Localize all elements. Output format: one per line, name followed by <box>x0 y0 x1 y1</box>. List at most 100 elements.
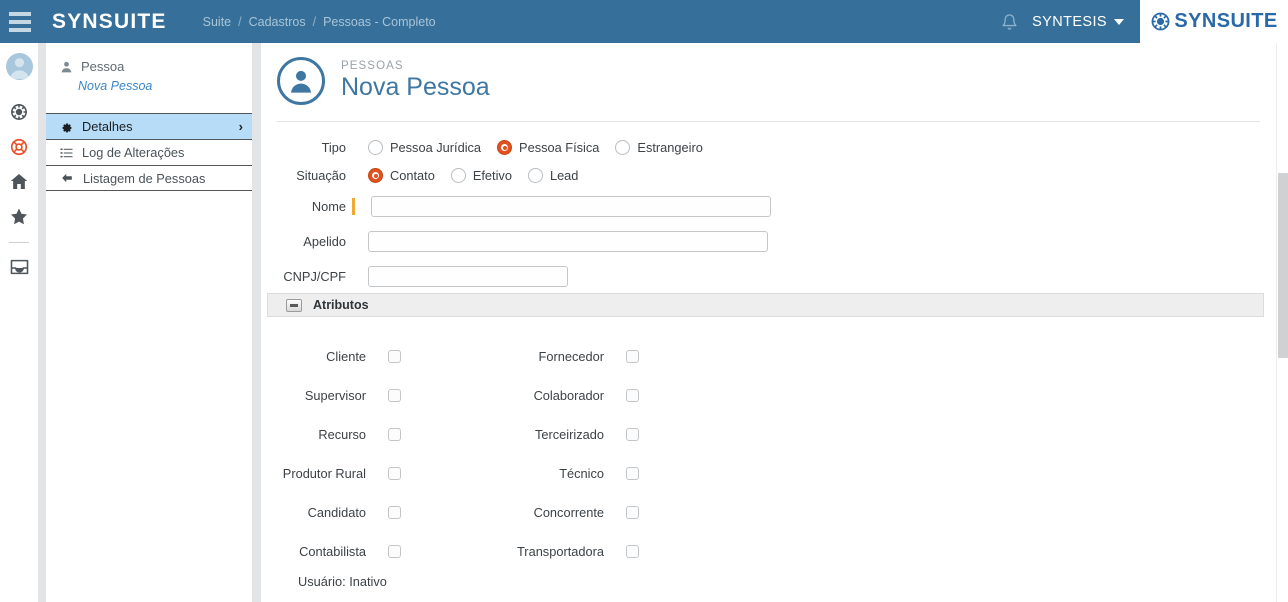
checkbox-cliente[interactable] <box>388 350 401 363</box>
nav-panel: Pessoa Nova Pessoa Detalhes › Log de Alt… <box>46 43 252 602</box>
cnpj-cpf-input[interactable] <box>368 266 568 287</box>
checkbox-tecnico[interactable] <box>626 467 639 480</box>
ship-wheel-icon <box>11 103 27 120</box>
rail-divider <box>9 242 29 243</box>
list-icon <box>60 148 73 157</box>
section-header-atributos: Atributos <box>267 293 1264 317</box>
sidebar-item-label: Log de Alterações <box>82 145 185 160</box>
attribute-row: Cliente Fornecedor <box>261 337 1276 376</box>
required-marker <box>352 198 355 215</box>
top-header-bar: SYNSUITE Suite / Cadastros / Pessoas - C… <box>0 0 1288 43</box>
attribute-cell: Candidato <box>261 505 401 520</box>
person-form: Tipo Pessoa Jurídica Pessoa Física Estra… <box>261 122 1276 589</box>
radio-situacao-contato[interactable]: Contato <box>368 168 435 183</box>
breadcrumb-item-suite[interactable]: Suite <box>203 15 232 29</box>
form-label-cnpj-cpf: CNPJ/CPF <box>283 269 346 284</box>
person-icon <box>61 61 72 72</box>
checkbox-supervisor[interactable] <box>388 389 401 402</box>
rail-item-favorites[interactable] <box>0 199 38 234</box>
attribute-label: Cliente <box>326 349 366 364</box>
attribute-label: Produtor Rural <box>282 466 366 481</box>
checkbox-terceirizado[interactable] <box>626 428 639 441</box>
user-menu-label: SYNTESIS <box>1032 13 1107 30</box>
nome-input[interactable] <box>371 196 771 217</box>
attribute-label: Técnico <box>559 466 604 481</box>
radio-situacao-lead[interactable]: Lead <box>527 168 578 183</box>
attribute-label: Transportadora <box>516 544 604 559</box>
radio-tipo-pessoa-fisica[interactable]: Pessoa Física <box>497 140 599 155</box>
checkbox-contabilista[interactable] <box>388 545 401 558</box>
attribute-cell: Supervisor <box>261 388 401 403</box>
attribute-row: Recurso Terceirizado <box>261 415 1276 454</box>
breadcrumb-separator: / <box>238 14 242 29</box>
form-row-apelido: Apelido <box>261 231 1276 252</box>
radio-situacao-efetivo[interactable]: Efetivo <box>450 168 512 183</box>
form-row-situacao: Situação Contato Efetivo Lead <box>261 168 1276 183</box>
checkbox-recurso[interactable] <box>388 428 401 441</box>
attribute-label: Concorrente <box>533 505 604 520</box>
radio-label: Contato <box>390 168 435 183</box>
attribute-cell: Produtor Rural <box>261 466 401 481</box>
hamburger-bar <box>9 19 31 24</box>
ship-wheel-icon <box>1151 12 1170 31</box>
rail-item-support[interactable] <box>0 129 38 164</box>
form-label-nome: Nome <box>311 199 346 214</box>
person-circle-icon <box>277 57 325 105</box>
form-label-tipo: Tipo <box>321 140 346 155</box>
radio-circle-selected <box>497 140 513 155</box>
nav-header[interactable]: Pessoa <box>46 59 252 74</box>
bell-icon[interactable] <box>994 0 1024 43</box>
radio-group-situacao: Contato Efetivo Lead <box>368 168 578 183</box>
main-content: PESSOAS Nova Pessoa Tipo Pessoa Jurídica <box>261 43 1276 602</box>
home-icon <box>10 174 28 189</box>
form-control-apelido <box>368 231 768 252</box>
attribute-cell: Colaborador <box>499 388 639 403</box>
radio-tipo-pessoa-juridica[interactable]: Pessoa Jurídica <box>368 140 481 155</box>
sidebar-item-listagem-de-pessoas[interactable]: Listagem de Pessoas <box>46 165 252 191</box>
chevron-down-icon <box>1114 18 1124 25</box>
attribute-label: Candidato <box>307 505 366 520</box>
radio-tipo-estrangeiro[interactable]: Estrangeiro <box>615 140 703 155</box>
vertical-scrollbar[interactable] <box>1276 43 1288 602</box>
attribute-label: Recurso <box>318 427 366 442</box>
synsuite-logo[interactable]: SYNSUITE <box>1140 0 1288 43</box>
rail-item-home[interactable] <box>0 164 38 199</box>
sidebar-item-log-de-alteracoes[interactable]: Log de Alterações <box>46 139 252 165</box>
radio-label: Estrangeiro <box>637 140 703 155</box>
life-ring-icon <box>10 138 28 155</box>
form-row-cnpj-cpf: CNPJ/CPF <box>261 266 1276 287</box>
sidebar-item-detalhes[interactable]: Detalhes › <box>46 113 252 139</box>
checkbox-transportadora[interactable] <box>626 545 639 558</box>
minus-icon[interactable] <box>286 298 302 312</box>
nav-subtitle[interactable]: Nova Pessoa <box>46 79 252 93</box>
rail-item-suite[interactable] <box>0 94 38 129</box>
hamburger-icon[interactable] <box>0 0 38 43</box>
synsuite-logo-text: SYNSUITE <box>1174 10 1278 32</box>
user-avatar-icon[interactable] <box>5 53 33 80</box>
attribute-row: Produtor Rural Técnico <box>261 454 1276 493</box>
attributes-grid: Cliente Fornecedor Supervisor Colaborado <box>261 317 1276 589</box>
form-control-cnpj-cpf <box>368 266 568 287</box>
user-menu[interactable]: SYNTESIS <box>1032 14 1140 30</box>
checkbox-concorrente[interactable] <box>626 506 639 519</box>
apelido-input[interactable] <box>368 231 768 252</box>
checkbox-produtor-rural[interactable] <box>388 467 401 480</box>
radio-label: Pessoa Física <box>519 140 600 155</box>
attribute-cell: Técnico <box>499 466 639 481</box>
radio-circle <box>368 140 383 155</box>
app-brand[interactable]: SYNSUITE <box>52 10 167 34</box>
checkbox-colaborador[interactable] <box>626 389 639 402</box>
radio-circle <box>615 140 631 155</box>
attribute-cell: Fornecedor <box>499 349 639 364</box>
radio-circle-selected <box>368 168 383 183</box>
radio-circle <box>450 168 466 183</box>
attribute-row: Contabilista Transportadora <box>261 532 1276 571</box>
checkbox-candidato[interactable] <box>388 506 401 519</box>
chevron-right-icon: › <box>238 119 243 134</box>
rail-item-inbox[interactable] <box>0 249 38 284</box>
breadcrumb-item-pessoas-completo[interactable]: Pessoas - Completo <box>323 15 436 29</box>
breadcrumb-item-cadastros[interactable]: Cadastros <box>249 15 306 29</box>
checkbox-fornecedor[interactable] <box>626 350 639 363</box>
scrollbar-thumb[interactable] <box>1278 173 1288 358</box>
attribute-row: Candidato Concorrente <box>261 493 1276 532</box>
